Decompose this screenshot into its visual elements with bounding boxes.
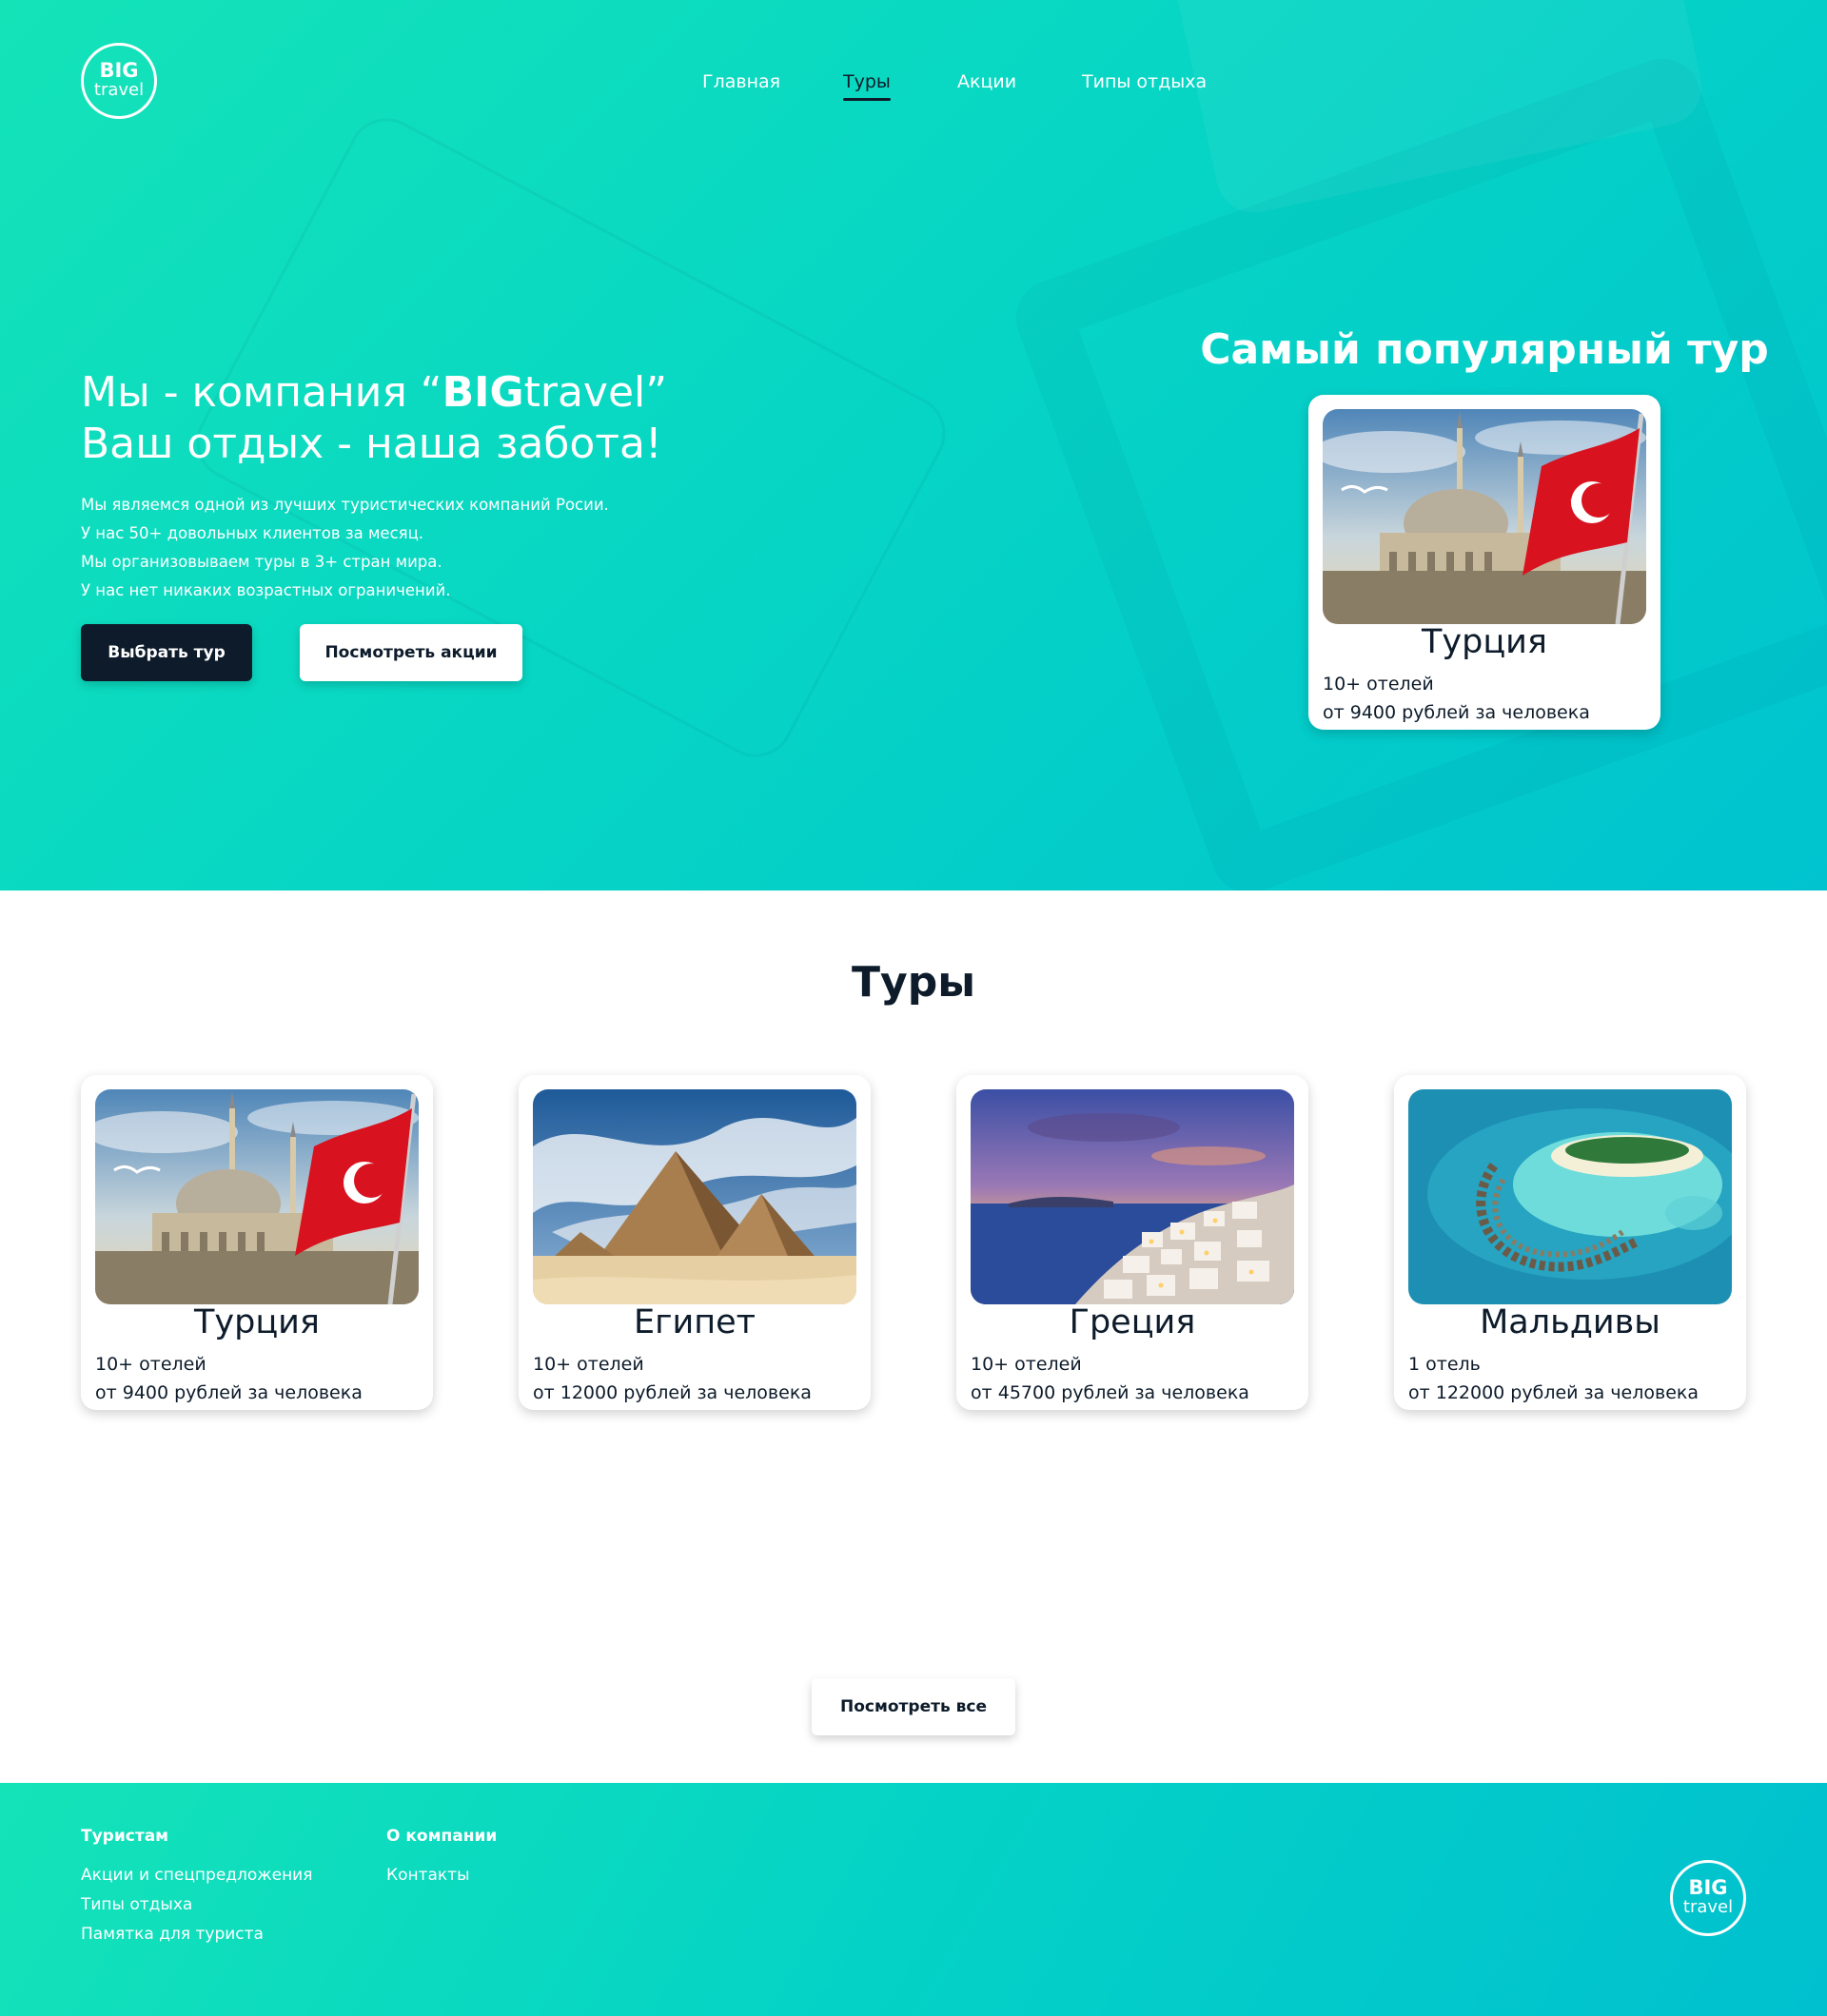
hero-section: BIG travel Главная Туры Акции Типы отдых… bbox=[0, 0, 1827, 891]
main-nav: Главная Туры Акции Типы отдыха bbox=[0, 69, 1827, 107]
popular-tour-card[interactable]: Турция 10+ отелей от 9400 рублей за чело… bbox=[1308, 395, 1660, 730]
tour-card-egypt[interactable]: Египет 10+ отелей от 12000 рублей за чел… bbox=[519, 1075, 871, 1410]
tour-name: Турция bbox=[194, 1303, 320, 1341]
hero-title-brand-bold: BIG bbox=[442, 368, 524, 417]
hero-description-line: У нас нет никаких возрастных ограничений… bbox=[81, 581, 451, 599]
tour-name: Мальдивы bbox=[1480, 1303, 1660, 1341]
hero-description-line: У нас 50+ довольных клиентов за месяц. bbox=[81, 524, 424, 542]
tour-price: от 9400 рублей за человека bbox=[1323, 702, 1590, 723]
view-all-tours-button[interactable]: Посмотреть все bbox=[812, 1678, 1015, 1735]
tour-hotels: 10+ отелей bbox=[95, 1354, 206, 1375]
footer-column-title: О компании bbox=[386, 1827, 498, 1846]
footer-link-tourist-memo[interactable]: Памятка для туриста bbox=[81, 1920, 312, 1949]
hero-title: Мы - компания “BIGtravel” Ваш отдых - на… bbox=[81, 367, 804, 470]
tour-hotels: 10+ отелей bbox=[1323, 674, 1434, 695]
hero-description: Мы являемся одной из лучших туристически… bbox=[81, 491, 804, 605]
egypt-pyramids-photo bbox=[533, 1089, 856, 1304]
view-promos-button[interactable]: Посмотреть акции bbox=[300, 624, 522, 681]
tours-section-title: Туры bbox=[852, 958, 975, 1007]
hero-description-line: Мы являемся одной из лучших туристически… bbox=[81, 496, 609, 514]
footer: Туристам Акции и спецпредложения Типы от… bbox=[0, 1783, 1827, 2016]
footer-column-company: О компании Контакты bbox=[386, 1825, 497, 1890]
tour-hotels: 10+ отелей bbox=[533, 1354, 644, 1375]
choose-tour-button[interactable]: Выбрать тур bbox=[81, 624, 252, 681]
greece-santorini-photo bbox=[971, 1089, 1294, 1304]
footer-column-tourists: Туристам Акции и спецпредложения Типы от… bbox=[81, 1825, 312, 1949]
footer-logo[interactable]: BIG travel bbox=[1670, 1860, 1746, 1936]
hero-title-slogan: Ваш отдых - наша забота! bbox=[81, 420, 662, 468]
hero-title-brand-rest: travel” bbox=[523, 368, 668, 417]
tour-name: Греция bbox=[1069, 1303, 1196, 1341]
popular-tour-title: Самый популярный тур bbox=[1200, 325, 1769, 374]
logo-text-big: BIG bbox=[1688, 1876, 1728, 1899]
maldives-atoll-photo bbox=[1408, 1089, 1732, 1304]
tour-hotels: 10+ отелей bbox=[971, 1354, 1082, 1375]
footer-link-promos[interactable]: Акции и спецпредложения bbox=[81, 1861, 312, 1890]
hero-description-line: Мы организовываем туры в 3+ стран мира. bbox=[81, 553, 442, 571]
tour-hotels: 1 отель bbox=[1408, 1354, 1481, 1375]
tour-card-greece[interactable]: Греция 10+ отелей от 45700 рублей за чел… bbox=[956, 1075, 1308, 1410]
turkey-mosque-photo bbox=[95, 1089, 419, 1304]
footer-link-contacts[interactable]: Контакты bbox=[386, 1861, 497, 1890]
turkey-mosque-photo bbox=[1323, 409, 1646, 624]
nav-item-home[interactable]: Главная bbox=[702, 69, 780, 95]
tour-price: от 12000 рублей за человека bbox=[533, 1382, 812, 1403]
nav-item-tours[interactable]: Туры bbox=[843, 69, 891, 101]
tour-card-turkey[interactable]: Турция 10+ отелей от 9400 рублей за чело… bbox=[81, 1075, 433, 1410]
tour-price: от 122000 рублей за человека bbox=[1408, 1382, 1699, 1403]
footer-link-vacation-types[interactable]: Типы отдыха bbox=[81, 1890, 312, 1920]
tour-price: от 45700 рублей за человека bbox=[971, 1382, 1249, 1403]
logo-text-travel: travel bbox=[1682, 1897, 1734, 1917]
tour-name: Египет bbox=[633, 1303, 756, 1341]
hero-title-prefix: Мы - компания “ bbox=[81, 368, 442, 417]
tour-name: Турция bbox=[1422, 623, 1547, 661]
nav-item-promos[interactable]: Акции bbox=[957, 69, 1016, 95]
tour-price: от 9400 рублей за человека bbox=[95, 1382, 363, 1403]
nav-item-vacation-types[interactable]: Типы отдыха bbox=[1082, 69, 1207, 95]
tour-card-maldives[interactable]: Мальдивы 1 отель от 122000 рублей за чел… bbox=[1394, 1075, 1746, 1410]
footer-column-title: Туристам bbox=[81, 1827, 169, 1846]
